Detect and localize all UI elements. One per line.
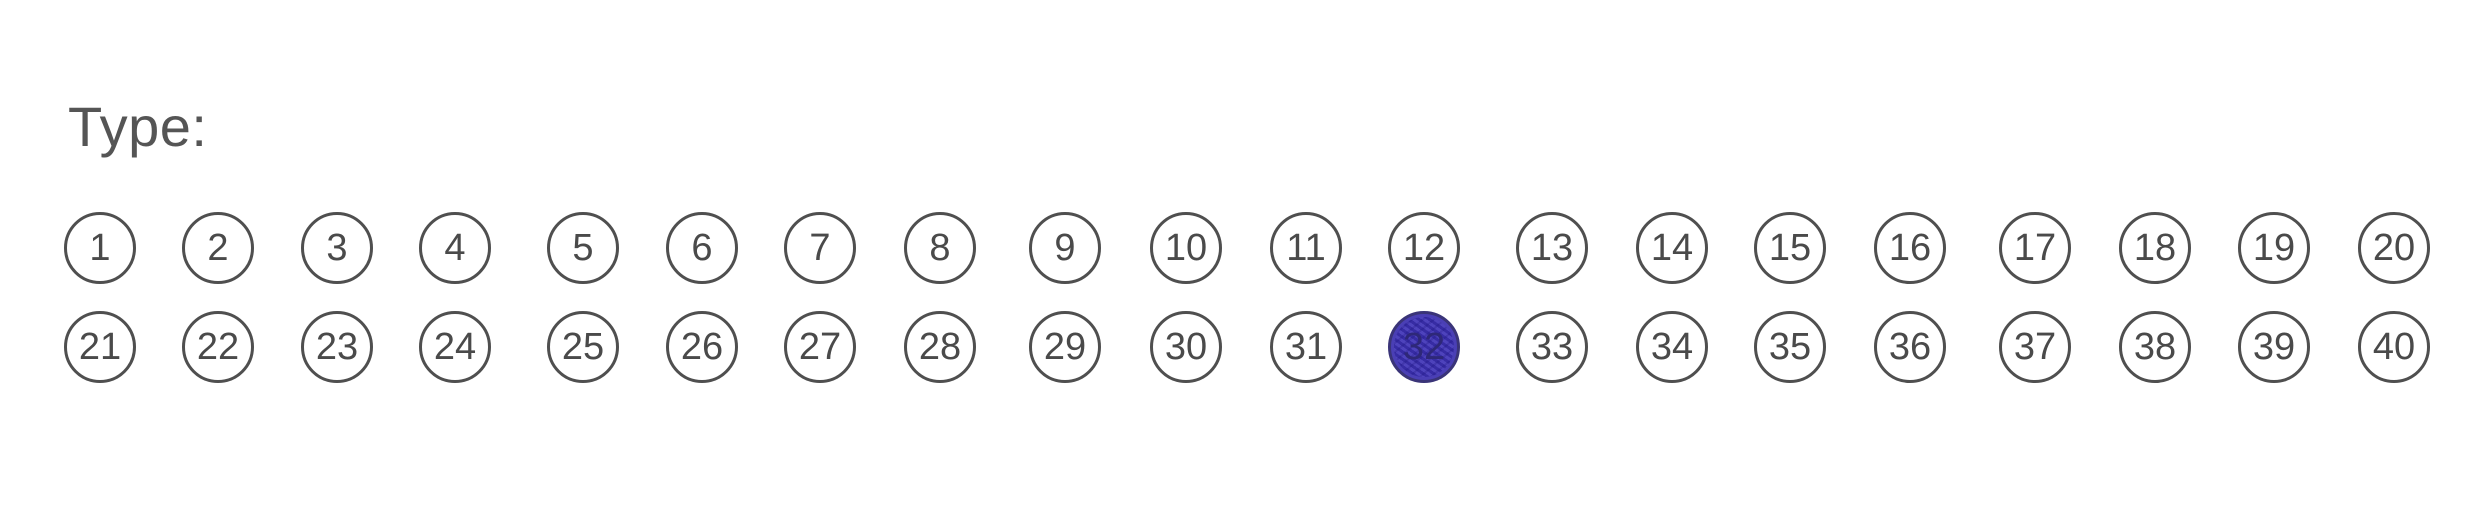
bubble-number: 22 bbox=[196, 325, 240, 368]
bubble-number: 20 bbox=[2372, 226, 2416, 269]
bubble-number: 8 bbox=[929, 226, 951, 269]
type-bubble-grid: 1 2 3 4 5 6 7 8 9 10 11 12 13 14 15 16 17 18 19 20 21 22 23 24 2… bbox=[0, 0, 2480, 527]
bubble-number: 11 bbox=[1286, 226, 1326, 269]
type-option-bubble-21[interactable]: 21 bbox=[64, 311, 136, 383]
type-option-bubble-38[interactable]: 38 bbox=[2119, 311, 2191, 383]
bubble-number: 28 bbox=[918, 325, 962, 368]
bubble-number: 4 bbox=[444, 226, 466, 269]
bubble-number: 26 bbox=[680, 325, 724, 368]
type-option-bubble-32[interactable]: 32 bbox=[1388, 311, 1460, 383]
bubble-number: 3 bbox=[326, 226, 348, 269]
bubble-number: 36 bbox=[1888, 325, 1932, 368]
type-option-bubble-29[interactable]: 29 bbox=[1029, 311, 1101, 383]
type-option-bubble-20[interactable]: 20 bbox=[2358, 212, 2430, 284]
type-option-bubble-23[interactable]: 23 bbox=[301, 311, 373, 383]
bubble-number: 19 bbox=[2252, 226, 2296, 269]
type-option-bubble-6[interactable]: 6 bbox=[666, 212, 738, 284]
bubble-number: 32 bbox=[1402, 325, 1446, 368]
type-option-bubble-7[interactable]: 7 bbox=[784, 212, 856, 284]
bubble-number: 24 bbox=[433, 325, 477, 368]
type-option-bubble-9[interactable]: 9 bbox=[1029, 212, 1101, 284]
bubble-number: 14 bbox=[1650, 226, 1694, 269]
bubble-number: 25 bbox=[561, 325, 605, 368]
type-option-bubble-12[interactable]: 12 bbox=[1388, 212, 1460, 284]
type-option-bubble-33[interactable]: 33 bbox=[1516, 311, 1588, 383]
bubble-number: 21 bbox=[78, 325, 122, 368]
type-option-bubble-35[interactable]: 35 bbox=[1754, 311, 1826, 383]
bubble-number: 12 bbox=[1402, 226, 1446, 269]
type-option-bubble-19[interactable]: 19 bbox=[2238, 212, 2310, 284]
bubble-number: 38 bbox=[2133, 325, 2177, 368]
bubble-number: 34 bbox=[1650, 325, 1694, 368]
type-option-bubble-13[interactable]: 13 bbox=[1516, 212, 1588, 284]
bubble-number: 5 bbox=[572, 226, 594, 269]
bubble-number: 18 bbox=[2133, 226, 2177, 269]
bubble-number: 23 bbox=[315, 325, 359, 368]
type-option-bubble-24[interactable]: 24 bbox=[419, 311, 491, 383]
type-option-bubble-4[interactable]: 4 bbox=[419, 212, 491, 284]
bubble-number: 37 bbox=[2013, 325, 2057, 368]
bubble-number: 40 bbox=[2372, 325, 2416, 368]
type-option-bubble-8[interactable]: 8 bbox=[904, 212, 976, 284]
bubble-number: 27 bbox=[798, 325, 842, 368]
type-option-bubble-14[interactable]: 14 bbox=[1636, 212, 1708, 284]
type-option-bubble-3[interactable]: 3 bbox=[301, 212, 373, 284]
type-option-bubble-28[interactable]: 28 bbox=[904, 311, 976, 383]
type-option-bubble-30[interactable]: 30 bbox=[1150, 311, 1222, 383]
type-option-bubble-40[interactable]: 40 bbox=[2358, 311, 2430, 383]
bubble-number: 17 bbox=[2013, 226, 2057, 269]
type-option-bubble-1[interactable]: 1 bbox=[64, 212, 136, 284]
bubble-number: 16 bbox=[1888, 226, 1932, 269]
bubble-number: 29 bbox=[1043, 325, 1087, 368]
bubble-number: 39 bbox=[2252, 325, 2296, 368]
type-option-bubble-10[interactable]: 10 bbox=[1150, 212, 1222, 284]
type-option-bubble-25[interactable]: 25 bbox=[547, 311, 619, 383]
type-option-bubble-26[interactable]: 26 bbox=[666, 311, 738, 383]
type-option-bubble-18[interactable]: 18 bbox=[2119, 212, 2191, 284]
type-option-bubble-11[interactable]: 11 bbox=[1270, 212, 1342, 284]
type-option-bubble-2[interactable]: 2 bbox=[182, 212, 254, 284]
type-option-bubble-17[interactable]: 17 bbox=[1999, 212, 2071, 284]
bubble-number: 6 bbox=[691, 226, 713, 269]
bubble-number: 31 bbox=[1284, 325, 1328, 368]
bubble-number: 13 bbox=[1530, 226, 1574, 269]
bubble-number: 9 bbox=[1054, 226, 1076, 269]
bubble-number: 35 bbox=[1768, 325, 1812, 368]
bubble-number: 30 bbox=[1164, 325, 1208, 368]
type-option-bubble-5[interactable]: 5 bbox=[547, 212, 619, 284]
bubble-number: 1 bbox=[89, 226, 111, 269]
type-option-bubble-37[interactable]: 37 bbox=[1999, 311, 2071, 383]
type-option-bubble-22[interactable]: 22 bbox=[182, 311, 254, 383]
bubble-number: 2 bbox=[207, 226, 229, 269]
type-option-bubble-16[interactable]: 16 bbox=[1874, 212, 1946, 284]
type-option-bubble-34[interactable]: 34 bbox=[1636, 311, 1708, 383]
type-option-bubble-27[interactable]: 27 bbox=[784, 311, 856, 383]
bubble-number: 7 bbox=[809, 226, 831, 269]
bubble-number: 15 bbox=[1768, 226, 1812, 269]
bubble-number: 33 bbox=[1530, 325, 1574, 368]
type-option-bubble-31[interactable]: 31 bbox=[1270, 311, 1342, 383]
type-option-bubble-39[interactable]: 39 bbox=[2238, 311, 2310, 383]
type-option-bubble-15[interactable]: 15 bbox=[1754, 212, 1826, 284]
bubble-number: 10 bbox=[1164, 226, 1208, 269]
type-option-bubble-36[interactable]: 36 bbox=[1874, 311, 1946, 383]
